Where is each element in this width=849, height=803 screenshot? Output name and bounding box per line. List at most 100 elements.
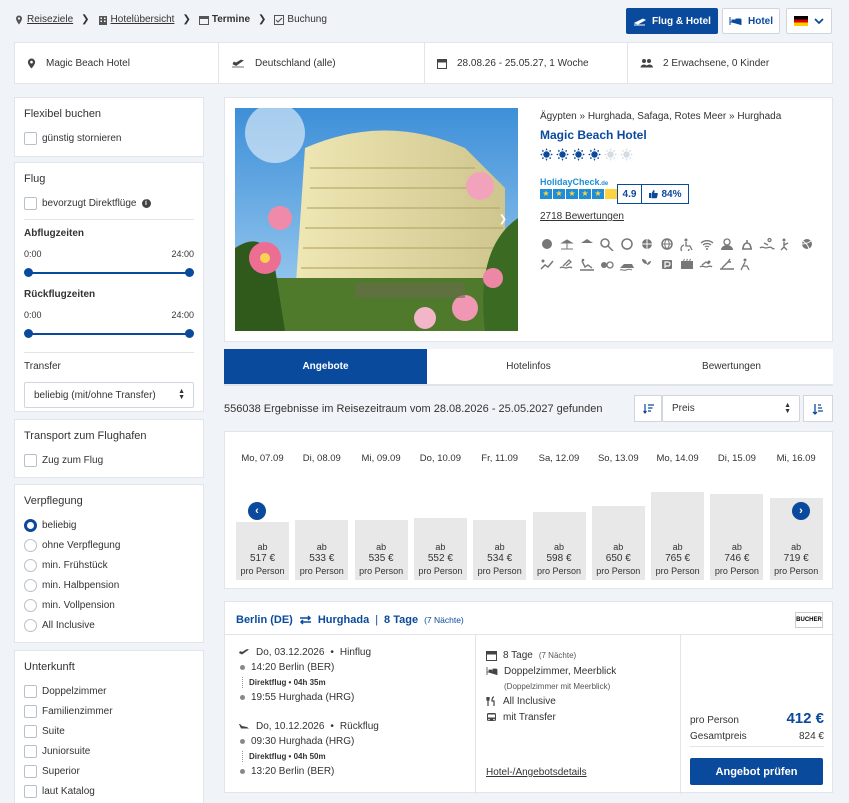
jetski-icon — [618, 257, 635, 271]
outbound-type: Hinflug — [339, 647, 372, 658]
price-prefix: ab — [257, 542, 268, 552]
slider-handle-max[interactable] — [185, 329, 194, 338]
info-icon[interactable]: i — [141, 198, 151, 208]
filter-flight: Flug bevorzugt Direktflüge i Abflugzeite… — [14, 162, 204, 412]
radio[interactable] — [24, 558, 37, 572]
filter-cancel-checkbox[interactable]: günstig stornieren — [24, 128, 194, 148]
return-time-slider[interactable] — [24, 324, 194, 344]
room-option[interactable]: Familienzimmer — [24, 701, 194, 721]
checkbox[interactable] — [24, 764, 37, 778]
calendar-price-bar[interactable]: ab 517 € pro Person — [236, 522, 289, 580]
calendar-price-bar[interactable]: ab 534 € pro Person — [473, 519, 527, 580]
calendar-day-label: Di, 15.09 — [717, 453, 756, 464]
tab-hotelinfos[interactable]: Hotelinfos — [427, 349, 630, 384]
room-option[interactable]: Suite — [24, 721, 194, 741]
language-selector[interactable] — [786, 8, 832, 34]
slider-track — [28, 272, 190, 274]
calendar-next-button[interactable]: › — [792, 502, 810, 520]
checkbox[interactable] — [24, 704, 37, 718]
select-arrows-icon: ▲ ▼ — [784, 401, 791, 415]
radio[interactable] — [24, 578, 37, 592]
price-suffix: pro Person — [418, 566, 463, 576]
checkbox-label: Familienzimmer — [42, 705, 113, 717]
board-option[interactable]: min. Frühstück — [24, 555, 194, 575]
radio-selected[interactable] — [24, 518, 37, 532]
check-offer-button[interactable]: Angebot prüfen — [690, 758, 823, 785]
search-travellers-field[interactable]: 2 Erwachsene, 0 Kinder — [628, 43, 832, 83]
price-value: 765 € — [665, 553, 691, 564]
breadcrumb-reiseziele[interactable]: Reiseziele — [14, 14, 73, 25]
garden-icon — [638, 257, 655, 271]
recommend-value: 84% — [661, 188, 682, 200]
breadcrumb-label: Hotelübersicht — [110, 14, 175, 25]
board-option[interactable]: All Inclusive — [24, 615, 194, 635]
tab-angebote[interactable]: Angebote — [224, 349, 427, 384]
search-hotel-field[interactable]: Magic Beach Hotel — [15, 43, 219, 83]
breadcrumb-hoteluebersicht[interactable]: Hotelübersicht — [98, 14, 175, 25]
checkbox[interactable] — [24, 131, 37, 145]
checkbox[interactable] — [24, 724, 37, 738]
hotel-offer-details-link[interactable]: Hotel-/Angebotsdetails — [486, 767, 587, 778]
calendar-prev-button[interactable]: ‹ — [248, 502, 266, 520]
calendar-price-bar[interactable]: ab 533 € pro Person — [295, 520, 349, 580]
search-dates-value: 28.08.26 - 25.05.27, 1 Woche — [457, 57, 589, 69]
filter-direct-checkbox[interactable]: bevorzugt Direktflüge i — [24, 193, 194, 213]
checkbox[interactable] — [24, 196, 37, 210]
holidaycheck-logo: HolidayCheck.de ★ ★ ★ ★ ★ — [540, 177, 617, 199]
calendar-price-bar[interactable]: ab 746 € pro Person — [710, 494, 764, 580]
tab-bewertungen[interactable]: Bewertungen — [630, 349, 833, 384]
room-option[interactable]: Doppelzimmer — [24, 681, 194, 701]
checkbox[interactable] — [24, 684, 37, 698]
board-option[interactable]: min. Vollpension — [24, 595, 194, 615]
calendar-price-bar[interactable]: ab 535 € pro Person — [354, 519, 408, 580]
departure-time-slider[interactable] — [24, 263, 194, 283]
hotel-name[interactable]: Magic Beach Hotel — [540, 128, 647, 142]
hotel-photo[interactable]: ❯ — [235, 108, 518, 331]
radio-label: min. Vollpension — [42, 599, 115, 611]
calendar-price-bar[interactable]: ab 765 € pro Person — [651, 492, 705, 580]
room-option[interactable]: laut Katalog — [24, 781, 194, 801]
radio[interactable] — [24, 538, 37, 552]
radio[interactable] — [24, 598, 37, 612]
timeline-line — [242, 677, 243, 688]
mini-club-icon — [718, 237, 735, 251]
board-type: All Inclusive — [503, 695, 556, 707]
room-option[interactable]: Superior — [24, 761, 194, 781]
price-prefix: ab — [494, 542, 505, 552]
sort-filter-button[interactable] — [634, 395, 662, 422]
checkbox[interactable] — [24, 744, 37, 758]
sort-select[interactable]: Preis ▲ ▼ — [662, 395, 800, 422]
slider-handle-max[interactable] — [185, 268, 194, 277]
checkbox-label: Juniorsuite — [42, 745, 91, 757]
sort-direction-button[interactable] — [803, 395, 833, 422]
room-option[interactable]: Juniorsuite — [24, 741, 194, 761]
breadcrumb-termine[interactable]: Termine — [198, 14, 250, 25]
photo-next-icon[interactable]: ❯ — [497, 212, 509, 226]
board-option[interactable]: beliebig — [24, 515, 194, 535]
range-max: 24:00 — [171, 310, 194, 320]
slider-handle-min[interactable] — [24, 268, 33, 277]
range-max: 24:00 — [171, 249, 194, 259]
bed-icon — [729, 17, 742, 25]
board-option[interactable]: min. Halbpension — [24, 575, 194, 595]
checkbox[interactable] — [24, 784, 37, 798]
search-dates-field[interactable]: 28.08.26 - 25.05.27, 1 Woche — [425, 43, 628, 83]
flight-hotel-button[interactable]: Flug & Hotel — [626, 8, 718, 34]
radio[interactable] — [24, 618, 37, 632]
calendar-price-bar[interactable]: ab 650 € pro Person — [591, 505, 645, 580]
checkbox-label: bevorzugt Direktflüge — [42, 197, 137, 209]
transfer-select[interactable]: beliebig (mit/ohne Transfer) ▲ ▼ — [24, 382, 194, 408]
column-divider — [680, 635, 681, 794]
hotel-button[interactable]: Hotel — [722, 8, 780, 34]
calendar-price-bar[interactable]: ab 552 € pro Person — [413, 517, 467, 580]
calendar-day-label: Mo, 07.09 — [241, 453, 284, 464]
slider-handle-min[interactable] — [24, 329, 33, 338]
filter-train-checkbox[interactable]: Zug zum Flug — [24, 450, 194, 470]
calendar-price-bar[interactable]: ab 598 € pro Person — [532, 512, 586, 580]
board-option[interactable]: ohne Verpflegung — [24, 535, 194, 555]
price-value: 533 € — [309, 553, 335, 564]
holidaycheck-rating[interactable]: 4.9 84% — [617, 184, 689, 204]
reviews-link[interactable]: 2718 Bewertungen — [540, 211, 624, 222]
checkbox[interactable] — [24, 453, 37, 467]
search-departure-field[interactable]: Deutschland (alle) — [219, 43, 425, 83]
